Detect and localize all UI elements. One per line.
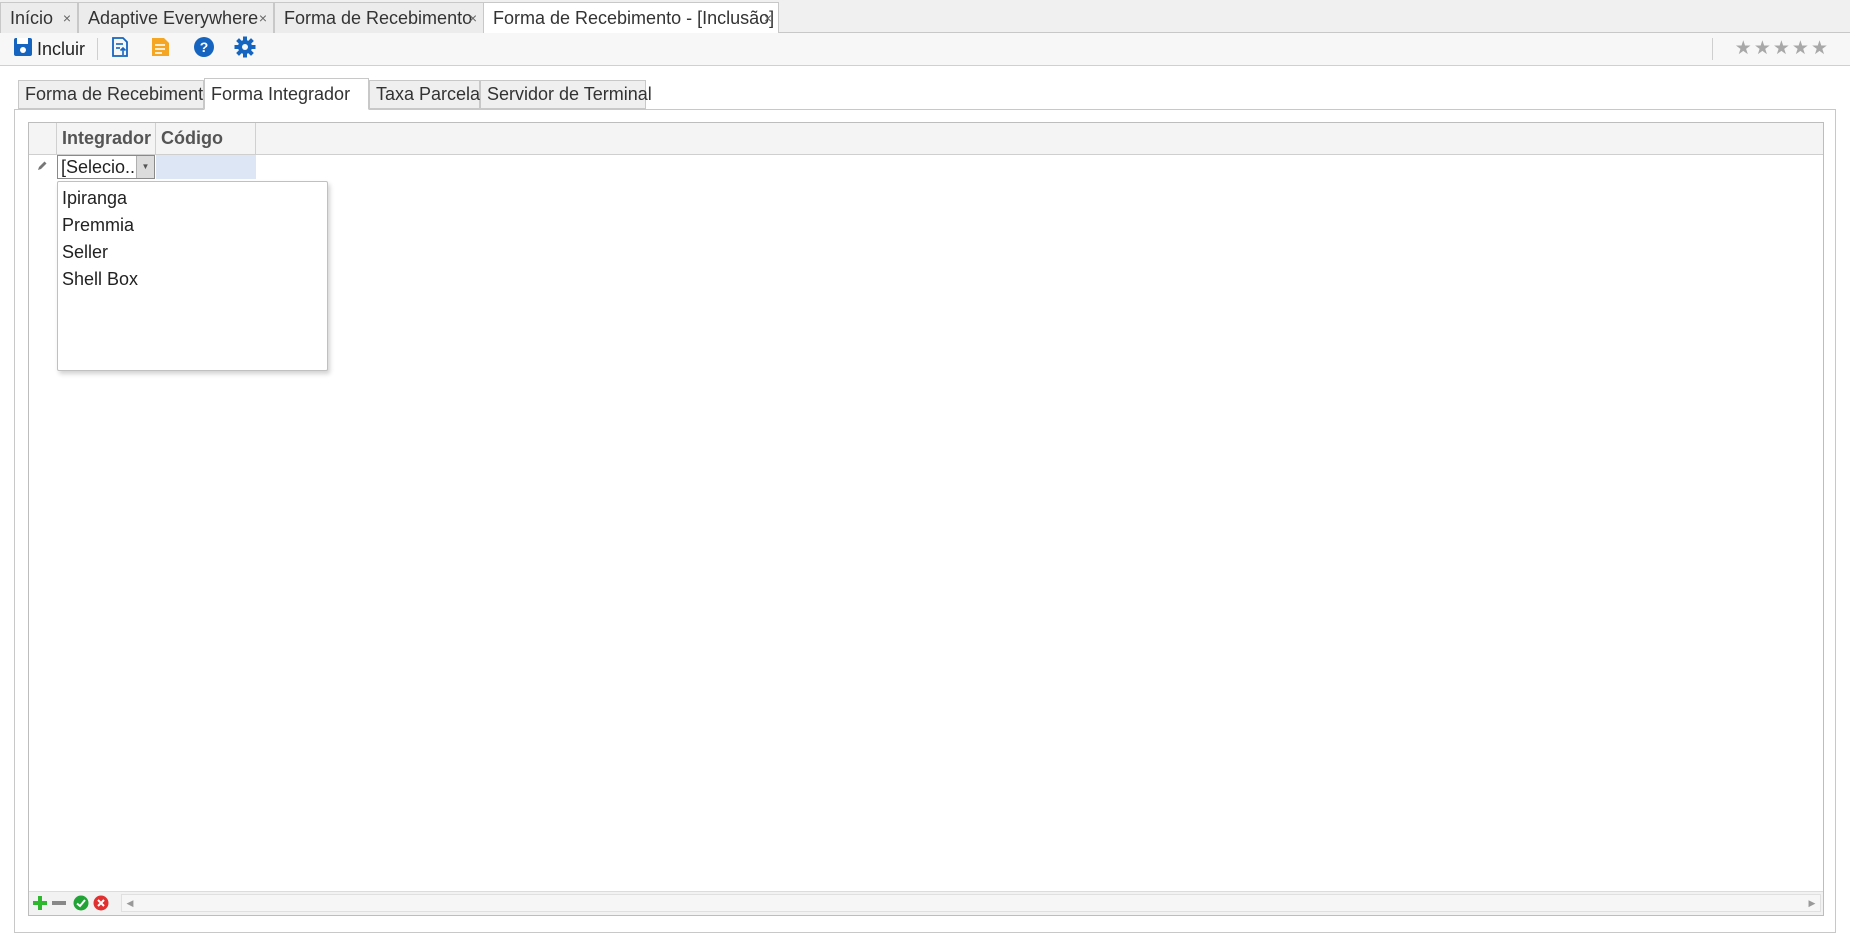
doc-tab-label: Início [10, 8, 54, 28]
export-document-icon [110, 36, 130, 63]
report-icon [150, 36, 172, 63]
export-button[interactable] [110, 36, 130, 63]
rating-stars[interactable]: ★ ★ ★ ★ ★ [1735, 39, 1828, 58]
star-icon[interactable]: ★ [1773, 39, 1790, 58]
doc-tab-label: Forma de Recebimento [284, 8, 473, 28]
include-button-label: Incluir [37, 38, 86, 59]
scroll-right-icon[interactable]: ▶ [1804, 895, 1820, 911]
remove-icon[interactable] [51, 895, 67, 911]
integrador-combobox[interactable]: [Selecio... ▼ [57, 155, 155, 179]
star-icon[interactable]: ★ [1754, 39, 1771, 58]
tab-forma-integrador[interactable]: Forma Integrador [204, 78, 369, 110]
dropdown-option[interactable]: Ipiranga [62, 185, 127, 211]
save-icon [13, 37, 33, 62]
add-icon[interactable] [32, 895, 48, 911]
close-icon[interactable]: × [764, 3, 772, 34]
close-icon[interactable]: × [469, 3, 477, 34]
horizontal-scrollbar[interactable]: ◀ ▶ [121, 894, 1821, 912]
toolbar-separator [1712, 38, 1713, 60]
chevron-down-icon[interactable]: ▼ [136, 156, 154, 178]
include-button[interactable]: Incluir [13, 37, 85, 61]
dropdown-option[interactable]: Seller [62, 239, 108, 265]
integrador-dropdown-list: Ipiranga Premmia Seller Shell Box [57, 181, 328, 371]
edit-row: [Selecio... ▼ [29, 155, 1823, 180]
dropdown-option[interactable]: Premmia [62, 212, 134, 238]
svg-text:?: ? [200, 39, 209, 55]
doc-tab-adaptive-everywhere[interactable]: Adaptive Everywhere × [78, 2, 274, 33]
cancel-icon[interactable] [93, 895, 109, 911]
report-button[interactable] [150, 37, 172, 61]
column-header-codigo[interactable]: Código [156, 123, 256, 154]
document-tab-strip: Início × Adaptive Everywhere × Forma de … [0, 0, 1850, 34]
settings-button[interactable] [234, 36, 256, 63]
doc-tab-label: Adaptive Everywhere [88, 8, 259, 28]
doc-tab-label: Forma de Recebimento - [Inclusão] [493, 8, 775, 28]
doc-tab-forma-recebimento-inclusao[interactable]: Forma de Recebimento - [Inclusão] × [483, 2, 779, 34]
dropdown-option[interactable]: Shell Box [62, 266, 138, 292]
grid-header: Integrador Código [29, 123, 1823, 155]
close-icon[interactable]: × [259, 3, 267, 34]
star-icon[interactable]: ★ [1792, 39, 1809, 58]
tab-forma-recebimento[interactable]: Forma de Recebimento [18, 80, 213, 109]
toolbar: Incluir ? ★ ★ ★ ★ ★ [0, 33, 1850, 66]
integrador-combobox-value: [Selecio... [61, 157, 141, 177]
grid-navigator: ◀ ▶ [29, 891, 1823, 915]
pencil-icon [36, 160, 48, 175]
tab-taxa-parcelas[interactable]: Taxa Parcelas [369, 80, 489, 109]
help-icon: ? [193, 36, 215, 63]
tab-servidor-terminal[interactable]: Servidor de Terminal [480, 80, 652, 109]
row-indicator-header [29, 123, 57, 154]
doc-tab-forma-recebimento[interactable]: Forma de Recebimento × [274, 2, 484, 33]
close-icon[interactable]: × [63, 3, 71, 34]
confirm-icon[interactable] [73, 895, 89, 911]
toolbar-separator [97, 38, 98, 60]
star-icon[interactable]: ★ [1811, 39, 1828, 58]
doc-tab-inicio[interactable]: Início × [0, 2, 78, 33]
codigo-cell[interactable] [156, 155, 256, 179]
help-button[interactable]: ? [193, 36, 215, 63]
settings-gear-icon [234, 36, 256, 63]
star-icon[interactable]: ★ [1735, 39, 1752, 58]
column-header-integrador[interactable]: Integrador [57, 123, 156, 154]
scroll-left-icon[interactable]: ◀ [122, 895, 138, 911]
